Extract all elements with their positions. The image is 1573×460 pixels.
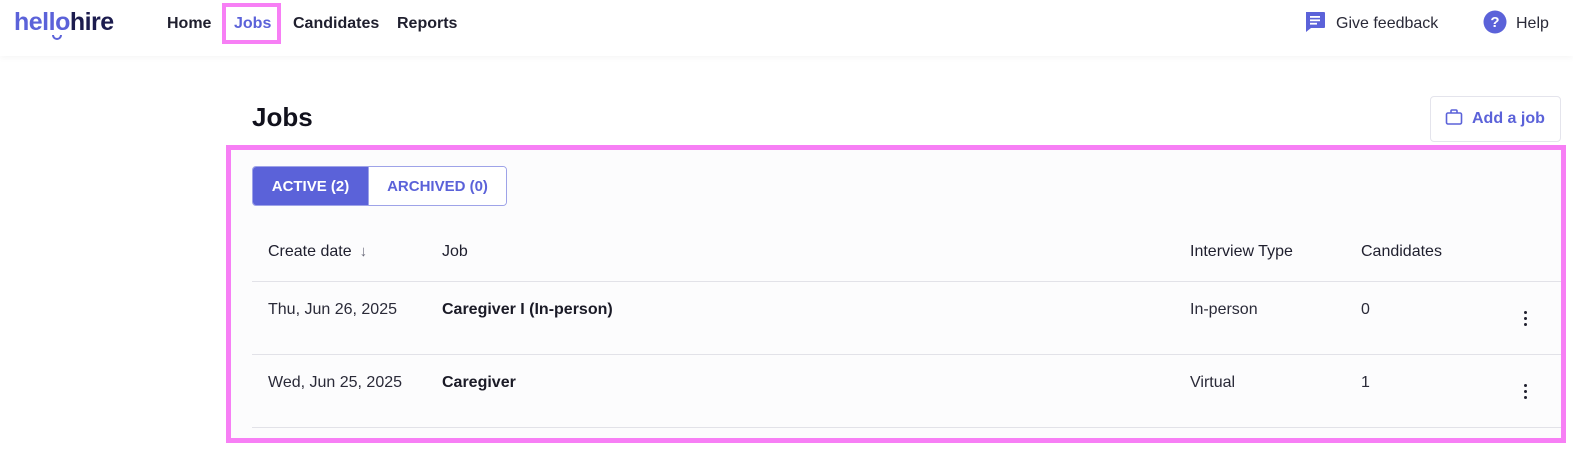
briefcase-icon (1445, 108, 1463, 131)
svg-text:?: ? (1490, 14, 1499, 31)
logo-smile-mark (52, 35, 62, 40)
logo-hire-text: hire (69, 8, 114, 36)
nav-home[interactable]: Home (167, 14, 211, 34)
give-feedback-button[interactable]: Give feedback (1303, 11, 1438, 37)
nav-candidates[interactable]: Candidates (293, 14, 379, 34)
hellohire-logo[interactable]: hellohire (14, 5, 114, 40)
nav-jobs-highlight-box (222, 3, 281, 44)
help-button[interactable]: ? Help (1483, 10, 1549, 39)
help-label: Help (1516, 15, 1549, 32)
logo-hello-text: hello (14, 8, 70, 36)
add-job-button[interactable]: Add a job (1430, 96, 1561, 142)
page-title: Jobs (252, 102, 313, 132)
chat-bubble-icon (1303, 10, 1327, 39)
nav-reports[interactable]: Reports (397, 14, 457, 34)
top-navigation: hellohire Home Jobs Candidates Reports G… (0, 0, 1573, 56)
add-job-label: Add a job (1472, 110, 1545, 127)
give-feedback-label: Give feedback (1336, 15, 1439, 32)
jobs-table-highlight-box (226, 145, 1566, 443)
question-circle-icon: ? (1483, 10, 1507, 39)
